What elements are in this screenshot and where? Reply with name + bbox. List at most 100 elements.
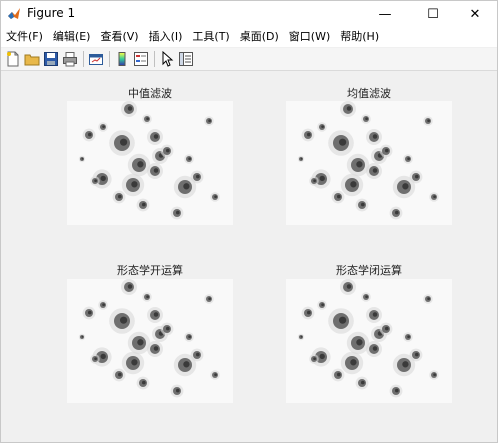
figure-toolbar bbox=[1, 48, 497, 71]
cell-nucleus bbox=[131, 359, 138, 366]
cell-nucleus bbox=[402, 183, 409, 190]
open-file-icon[interactable] bbox=[24, 51, 40, 67]
cell-nucleus bbox=[337, 372, 341, 377]
cell-nucleus bbox=[94, 357, 97, 361]
cell-nucleus bbox=[385, 148, 389, 153]
cell-nucleus bbox=[81, 335, 84, 338]
cell-nucleus bbox=[188, 157, 191, 161]
menu-window[interactable]: 窗口(W) bbox=[284, 27, 335, 47]
save-icon[interactable] bbox=[43, 51, 59, 67]
cell-nucleus bbox=[166, 148, 170, 153]
cell-nucleus bbox=[146, 295, 149, 299]
edit-plot-icon[interactable] bbox=[159, 51, 175, 67]
cell-nucleus bbox=[339, 138, 347, 146]
cell-nucleus bbox=[402, 361, 409, 368]
cell-nucleus bbox=[146, 117, 149, 121]
insert-colorbar-icon[interactable] bbox=[114, 51, 130, 67]
image-mean-filter bbox=[286, 101, 452, 225]
cell-nucleus bbox=[137, 339, 144, 346]
cell-nucleus bbox=[120, 138, 128, 146]
cell-nucleus bbox=[214, 373, 217, 377]
cell-nucleus bbox=[313, 179, 316, 183]
cell-nucleus bbox=[427, 297, 430, 301]
minimize-button[interactable]: — bbox=[363, 1, 407, 27]
cell-nucleus bbox=[127, 106, 133, 111]
axes-title-mean-filter: 均值滤波 bbox=[347, 87, 391, 100]
print-icon[interactable] bbox=[62, 51, 78, 67]
cell-nucleus bbox=[153, 312, 159, 317]
cell-nucleus bbox=[372, 168, 378, 173]
maximize-icon: ☐ bbox=[427, 6, 439, 22]
cell-nucleus bbox=[372, 346, 378, 351]
minimize-icon: — bbox=[378, 6, 392, 22]
cell-nucleus bbox=[208, 297, 211, 301]
cell-nucleus bbox=[415, 174, 419, 179]
cell-nucleus bbox=[208, 119, 211, 123]
cell-nucleus bbox=[176, 210, 180, 215]
cell-nucleus bbox=[176, 388, 180, 393]
cell-nucleus bbox=[321, 125, 324, 129]
image-morph-close bbox=[286, 279, 452, 403]
menu-help[interactable]: 帮助(H) bbox=[335, 27, 384, 47]
cell-nucleus bbox=[395, 388, 399, 393]
window-title: Figure 1 bbox=[27, 6, 76, 20]
figure-window: Figure 1 — ☐ ✕ 文件(F) 编辑(E) 查看(V) 插入(I) 工… bbox=[0, 0, 498, 443]
link-plot-icon[interactable] bbox=[88, 51, 104, 67]
new-figure-icon[interactable] bbox=[5, 51, 21, 67]
close-button[interactable]: ✕ bbox=[453, 1, 497, 27]
cell-nucleus bbox=[94, 179, 97, 183]
axes-title-morph-open: 形态学开运算 bbox=[117, 264, 183, 277]
cell-nucleus bbox=[127, 284, 133, 289]
menu-bar: 文件(F) 编辑(E) 查看(V) 插入(I) 工具(T) 桌面(D) 窗口(W… bbox=[1, 27, 497, 47]
image-morph-open bbox=[67, 279, 233, 403]
cell-nucleus bbox=[166, 326, 170, 331]
cell-nucleus bbox=[339, 316, 347, 324]
menu-view[interactable]: 查看(V) bbox=[95, 27, 143, 47]
cell-nucleus bbox=[433, 195, 436, 199]
toolbar-separator bbox=[83, 51, 84, 67]
title-bar: Figure 1 — ☐ ✕ bbox=[1, 1, 497, 27]
cell-nucleus bbox=[153, 346, 159, 351]
image-median-filter bbox=[67, 101, 233, 225]
cell-nucleus bbox=[188, 335, 191, 339]
cell-nucleus bbox=[372, 134, 378, 139]
cell-nucleus bbox=[196, 352, 200, 357]
menu-edit[interactable]: 编辑(E) bbox=[48, 27, 96, 47]
cell-nucleus bbox=[102, 303, 105, 307]
menu-insert[interactable]: 插入(I) bbox=[144, 27, 188, 47]
cell-nucleus bbox=[153, 168, 159, 173]
cell-nucleus bbox=[153, 134, 159, 139]
cell-nucleus bbox=[300, 335, 303, 338]
menu-file[interactable]: 文件(F) bbox=[1, 27, 48, 47]
menu-desktop[interactable]: 桌面(D) bbox=[235, 27, 284, 47]
cell-nucleus bbox=[337, 194, 341, 199]
cell-nucleus bbox=[319, 175, 325, 182]
axes-title-morph-close: 形态学闭运算 bbox=[336, 264, 402, 277]
cell-nucleus bbox=[88, 310, 92, 315]
cell-nucleus bbox=[183, 183, 190, 190]
maximize-button[interactable]: ☐ bbox=[411, 1, 455, 27]
cell-nucleus bbox=[118, 372, 122, 377]
cell-nucleus bbox=[100, 353, 106, 360]
cell-nucleus bbox=[313, 357, 316, 361]
insert-legend-icon[interactable] bbox=[133, 51, 149, 67]
property-inspector-icon[interactable] bbox=[178, 51, 194, 67]
cell-nucleus bbox=[307, 132, 311, 137]
cell-nucleus bbox=[300, 157, 303, 160]
menu-tools[interactable]: 工具(T) bbox=[187, 27, 234, 47]
cell-nucleus bbox=[100, 175, 106, 182]
cell-nucleus bbox=[319, 353, 325, 360]
cell-nucleus bbox=[346, 284, 352, 289]
cell-nucleus bbox=[365, 295, 368, 299]
cell-nucleus bbox=[350, 359, 357, 366]
cell-nucleus bbox=[407, 157, 410, 161]
cell-nucleus bbox=[307, 310, 311, 315]
cell-nucleus bbox=[361, 202, 365, 207]
toolbar-separator bbox=[154, 51, 155, 67]
cell-nucleus bbox=[385, 326, 389, 331]
cell-nucleus bbox=[361, 380, 365, 385]
cell-nucleus bbox=[183, 361, 190, 368]
axes-title-median-filter: 中值滤波 bbox=[128, 87, 172, 100]
cell-nucleus bbox=[407, 335, 410, 339]
cell-nucleus bbox=[142, 380, 146, 385]
